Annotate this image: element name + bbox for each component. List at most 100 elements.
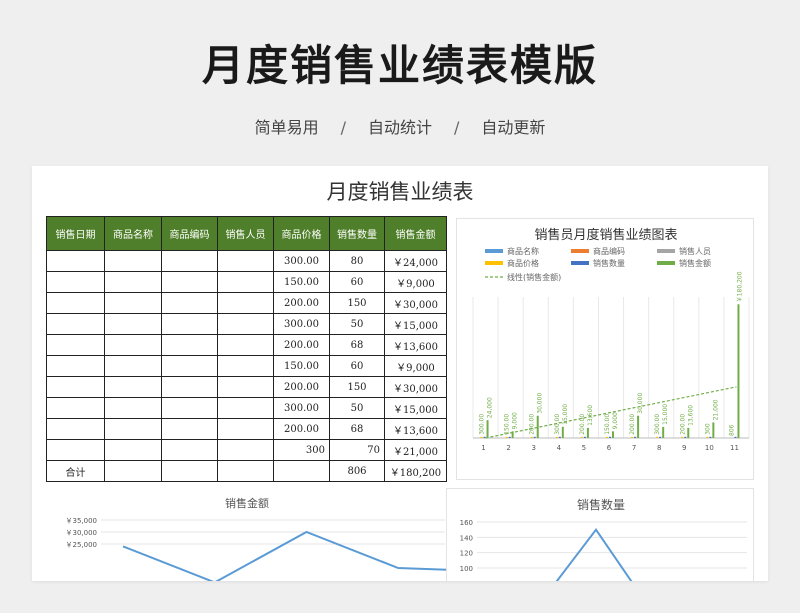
bar-price <box>555 436 558 438</box>
table-cell[interactable] <box>217 397 274 419</box>
table-cell[interactable] <box>46 292 105 314</box>
table-cell[interactable] <box>217 376 274 398</box>
table-cell[interactable] <box>46 376 105 398</box>
price-cell[interactable]: 300.00 <box>273 250 330 272</box>
price-cell[interactable]: 200.00 <box>273 376 330 398</box>
bar-chart-panel: 销售员月度销售业绩图表 商品名称 商品编码 销售人员 商品价格 销售数量 销售金额 线性(销售… <box>456 218 754 480</box>
table-cell[interactable] <box>161 334 218 356</box>
total-amount[interactable]: ￥180,200 <box>384 460 447 482</box>
table-cell[interactable] <box>161 355 218 377</box>
quantity-cell[interactable]: 70 <box>329 439 385 461</box>
price-cell[interactable]: 150.00 <box>273 271 330 293</box>
total-label[interactable]: 合计 <box>46 460 105 482</box>
table-cell[interactable] <box>217 355 274 377</box>
amount-cell[interactable]: ￥9,000 <box>384 355 447 377</box>
table-cell[interactable] <box>104 334 162 356</box>
page-title: 月度销售业绩表模版 <box>201 41 598 90</box>
table-cell[interactable] <box>104 439 162 461</box>
x-tick-label: 7 <box>632 444 636 452</box>
amount-cell[interactable]: ￥15,000 <box>384 397 447 419</box>
table-cell[interactable] <box>46 334 105 356</box>
table-cell[interactable] <box>104 292 162 314</box>
table-cell[interactable] <box>46 418 105 440</box>
table-cell[interactable] <box>104 313 162 335</box>
amount-cell[interactable]: ￥9,000 <box>384 271 447 293</box>
table-cell[interactable] <box>104 355 162 377</box>
x-tick-label: 10 <box>705 444 714 452</box>
quantity-cell[interactable]: 60 <box>329 355 385 377</box>
x-tick-label: 1 <box>481 444 485 452</box>
table-cell[interactable] <box>161 376 218 398</box>
amount-cell[interactable]: ￥30,000 <box>384 292 447 314</box>
legend-label: 销售金额 <box>679 258 711 268</box>
table-cell[interactable] <box>104 250 162 272</box>
table-cell[interactable] <box>104 418 162 440</box>
table-cell[interactable] <box>217 460 274 482</box>
amount-cell[interactable]: ￥24,000 <box>384 250 447 272</box>
price-cell[interactable]: 200.00 <box>273 334 330 356</box>
table-row: 300 70 ￥21,000 <box>46 439 447 461</box>
price-cell[interactable]: 300.00 <box>273 313 330 335</box>
amount-cell[interactable]: ￥15,000 <box>384 313 447 335</box>
table-cell[interactable] <box>46 250 105 272</box>
quantity-cell[interactable]: 50 <box>329 397 385 419</box>
table-cell[interactable] <box>217 439 274 461</box>
bar-quantity <box>508 436 511 438</box>
y-tick-label: ￥30,000 <box>66 529 98 537</box>
price-cell[interactable]: 300 <box>273 439 330 461</box>
table-cell[interactable] <box>161 271 218 293</box>
quantity-cell[interactable]: 150 <box>329 292 385 314</box>
table-cell[interactable] <box>217 334 274 356</box>
bar-amount <box>712 422 715 438</box>
table-cell[interactable] <box>46 313 105 335</box>
bar-amount <box>486 420 489 438</box>
table-cell[interactable] <box>104 376 162 398</box>
bar-price <box>480 436 483 438</box>
table-cell[interactable] <box>217 271 274 293</box>
separator: / <box>340 118 346 137</box>
table-cell[interactable] <box>104 460 162 482</box>
bar-price <box>631 436 634 438</box>
x-tick-label: 11 <box>730 444 739 452</box>
total-quantity[interactable]: 806 <box>329 460 385 482</box>
table-cell[interactable] <box>104 397 162 419</box>
legend-swatch <box>657 261 675 265</box>
bar-price <box>681 436 684 438</box>
amount-cell[interactable]: ￥13,600 <box>384 418 447 440</box>
amount-cell[interactable]: ￥13,600 <box>384 334 447 356</box>
table-cell[interactable] <box>161 397 218 419</box>
table-cell[interactable] <box>217 418 274 440</box>
table-cell[interactable] <box>161 250 218 272</box>
table-cell[interactable] <box>217 250 274 272</box>
table-cell[interactable] <box>161 460 218 482</box>
quantity-cell[interactable]: 68 <box>329 334 385 356</box>
bar-quantity <box>709 436 712 438</box>
table-cell[interactable] <box>217 292 274 314</box>
table-cell[interactable] <box>46 439 105 461</box>
table-cell[interactable] <box>161 418 218 440</box>
legend-label: 销售人员 <box>679 246 711 256</box>
quantity-cell[interactable]: 80 <box>329 250 385 272</box>
table-cell[interactable] <box>161 292 218 314</box>
table-cell[interactable] <box>217 313 274 335</box>
bar-quantity <box>583 436 586 438</box>
amount-cell[interactable]: ￥21,000 <box>384 439 447 461</box>
price-cell[interactable]: 200.00 <box>273 292 330 314</box>
bar-chart: 销售员月度销售业绩图表商品名称 商品编码 销售人员商品价格 销售数量 销售金额线性(销售… <box>472 227 750 452</box>
quantity-cell[interactable]: 150 <box>329 376 385 398</box>
table-cell[interactable] <box>161 439 218 461</box>
price-cell[interactable]: 200.00 <box>273 418 330 440</box>
quantity-cell[interactable]: 68 <box>329 418 385 440</box>
table-cell[interactable] <box>46 397 105 419</box>
price-cell[interactable]: 300.00 <box>273 397 330 419</box>
table-cell[interactable] <box>273 460 330 482</box>
quantity-cell[interactable]: 60 <box>329 271 385 293</box>
price-cell[interactable]: 150.00 <box>273 355 330 377</box>
table-cell[interactable] <box>46 355 105 377</box>
table-cell[interactable] <box>104 271 162 293</box>
table-cell[interactable] <box>161 313 218 335</box>
quantity-cell[interactable]: 50 <box>329 313 385 335</box>
amount-cell[interactable]: ￥30,000 <box>384 376 447 398</box>
column-header: 销售数量 <box>329 216 385 251</box>
table-cell[interactable] <box>46 271 105 293</box>
